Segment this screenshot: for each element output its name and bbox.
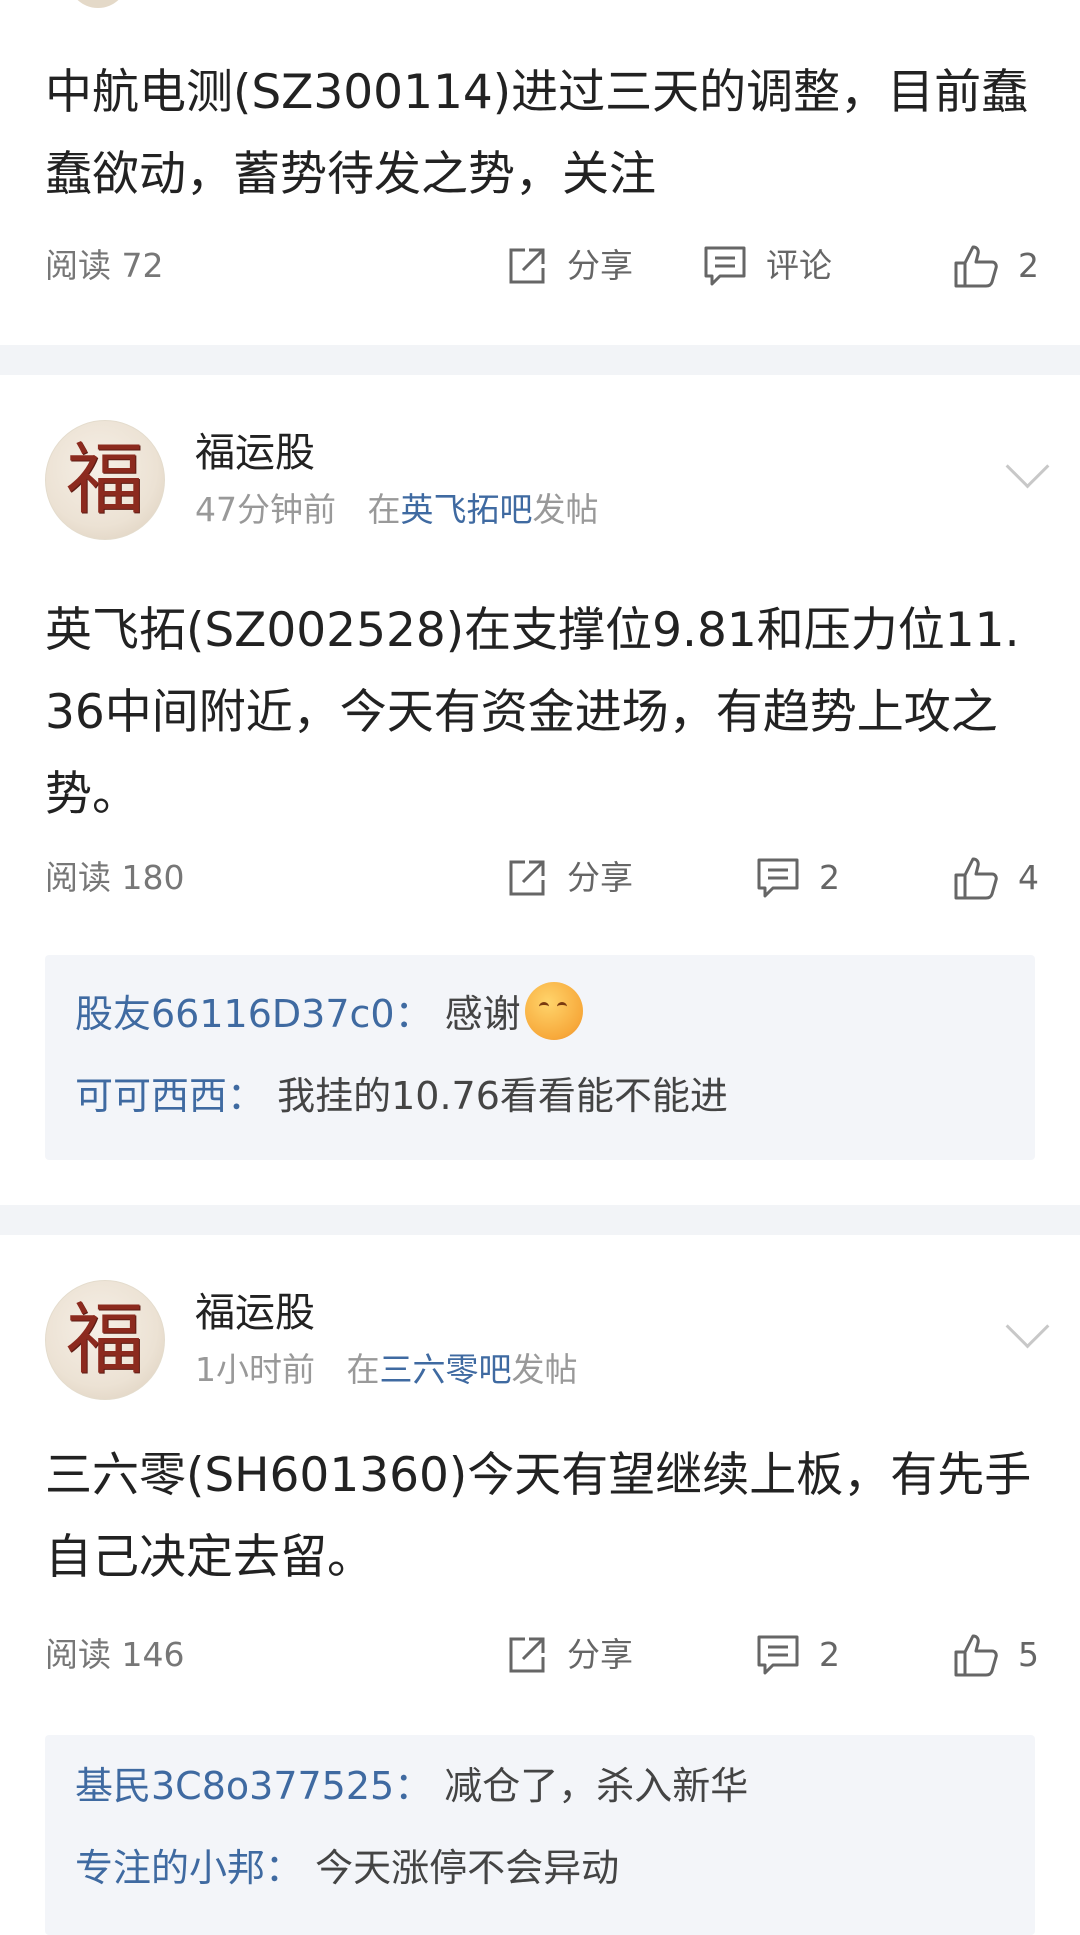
reply-preview[interactable]: 基民3C8o377525： 减仓了，杀入新华 专注的小邦： 今天涨停不会异动	[45, 1735, 1035, 1935]
share-label: 分享	[567, 1635, 633, 1674]
post-actions: 阅读 180 分享 2 4	[0, 848, 1080, 908]
post-meta: 47分钟前 在英飞拓吧发帖	[195, 483, 598, 531]
like-count: 2	[1018, 246, 1039, 285]
share-label: 分享	[567, 246, 633, 285]
comment-button[interactable]: 2	[755, 1625, 840, 1685]
comment-button[interactable]: 评论	[702, 236, 832, 296]
reply-item[interactable]: 可可西西： 我挂的10.76看看能不能进	[75, 1065, 728, 1120]
avatar[interactable]: 福	[45, 1280, 165, 1400]
share-button[interactable]: 分享	[505, 236, 633, 296]
reply-text: 减仓了，杀入新华	[444, 1764, 749, 1808]
comment-icon	[757, 858, 799, 898]
post-card: 福 福运股 1小时前 在三六零吧发帖 三六零(SH601360)今天有望继续上板…	[0, 1235, 1080, 1935]
like-button[interactable]: 4	[952, 848, 1039, 908]
thumbs-up-icon	[954, 1634, 998, 1677]
reply-text: 感谢	[444, 992, 521, 1036]
reply-author[interactable]: 专注的小邦：	[75, 1846, 303, 1890]
comment-count: 2	[819, 858, 840, 897]
comment-button[interactable]: 2	[755, 848, 840, 908]
read-count: 阅读 146	[45, 1635, 185, 1674]
share-button[interactable]: 分享	[505, 1625, 633, 1685]
avatar[interactable]	[68, 0, 128, 8]
reply-preview[interactable]: 股友66116D37c0： 感谢 可可西西： 我挂的10.76看看能不能进	[45, 955, 1035, 1160]
bar-link[interactable]: 三六零吧	[379, 1350, 511, 1389]
post-meta: 1小时前 在三六零吧发帖	[195, 1343, 577, 1391]
post-actions: 阅读 72 分享 评论 2	[0, 236, 1080, 296]
meta-suffix: 发帖	[511, 1350, 578, 1389]
comment-icon	[704, 246, 746, 286]
share-icon	[509, 860, 545, 896]
read-count: 阅读 72	[45, 246, 164, 285]
avatar-glyph: 福	[65, 1295, 144, 1385]
reply-text: 我挂的10.76看看能不能进	[277, 1074, 728, 1118]
share-label: 分享	[567, 858, 633, 897]
reply-text: 今天涨停不会异动	[315, 1846, 620, 1890]
username[interactable]: 福运股	[195, 1280, 315, 1338]
share-button[interactable]: 分享	[505, 848, 633, 908]
thumbs-up-icon	[954, 857, 998, 900]
reply-item[interactable]: 股友66116D37c0： 感谢	[75, 981, 583, 1046]
reply-author[interactable]: 股友66116D37c0：	[75, 992, 433, 1036]
comment-label: 评论	[766, 246, 832, 285]
chevron-down-icon[interactable]	[1005, 1304, 1050, 1349]
reply-item[interactable]: 基民3C8o377525： 减仓了，杀入新华	[75, 1755, 748, 1810]
like-count: 4	[1018, 858, 1039, 897]
meta-prefix: 在	[367, 490, 401, 529]
post-card: 中航电测(SZ300114)进过三天的调整，目前蠢蠢欲动，蓄势待发之势，关注 阅…	[0, 0, 1080, 345]
read-count: 阅读 180	[45, 858, 185, 897]
post-actions: 阅读 146 分享 2 5	[0, 1625, 1080, 1685]
chevron-down-icon[interactable]	[1005, 444, 1050, 489]
like-count: 5	[1018, 1635, 1039, 1674]
post-content[interactable]: 三六零(SH601360)今天有望继续上板，有先手自己决定去留。	[45, 1435, 1035, 1599]
comment-icon	[757, 1635, 799, 1675]
post-card: 福 福运股 47分钟前 在英飞拓吧发帖 英飞拓(SZ002528)在支撑位9.8…	[0, 375, 1080, 1205]
share-icon	[509, 1637, 545, 1673]
thumbs-up-icon	[954, 245, 998, 288]
comment-count: 2	[819, 1635, 840, 1674]
pray-emoji-icon	[524, 981, 583, 1040]
meta-suffix: 发帖	[532, 490, 599, 529]
reply-item[interactable]: 专注的小邦： 今天涨停不会异动	[75, 1837, 619, 1892]
avatar[interactable]: 福	[45, 420, 165, 540]
post-divider	[0, 1205, 1080, 1235]
like-button[interactable]: 5	[952, 1625, 1039, 1685]
bar-link[interactable]: 英飞拓吧	[400, 490, 532, 529]
share-icon	[509, 248, 545, 284]
username[interactable]: 福运股	[195, 420, 315, 478]
post-divider	[0, 345, 1080, 375]
like-button[interactable]: 2	[952, 236, 1039, 296]
post-time: 1小时前	[195, 1350, 315, 1389]
meta-prefix: 在	[346, 1350, 380, 1389]
reply-author[interactable]: 可可西西：	[75, 1074, 265, 1118]
post-content[interactable]: 中航电测(SZ300114)进过三天的调整，目前蠢蠢欲动，蓄势待发之势，关注	[45, 52, 1035, 216]
post-time: 47分钟前	[195, 490, 336, 529]
avatar-glyph: 福	[65, 435, 144, 525]
post-content[interactable]: 英飞拓(SZ002528)在支撑位9.81和压力位11.36中间附近，今天有资金…	[45, 590, 1035, 836]
reply-author[interactable]: 基民3C8o377525：	[75, 1764, 432, 1808]
